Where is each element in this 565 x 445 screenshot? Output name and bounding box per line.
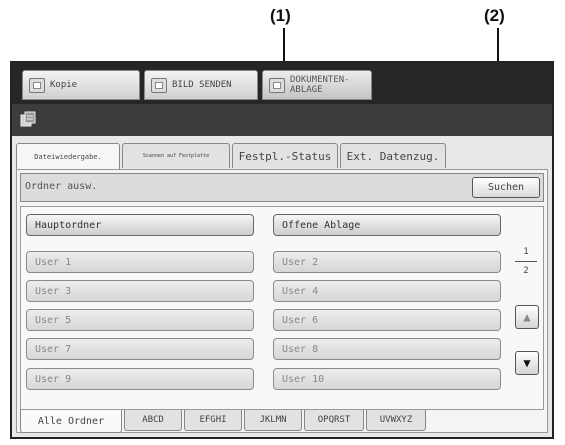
mode-tab-copy-label: Kopie xyxy=(50,80,78,90)
index-tab-opqrst[interactable]: OPQRST xyxy=(304,410,364,431)
user-folder-button[interactable]: User 8 xyxy=(273,338,501,360)
arrow-down-icon: ▼ xyxy=(523,356,531,370)
index-tab-uvwxyz[interactable]: UVWXYZ xyxy=(366,410,426,431)
callout-1-line xyxy=(283,28,285,65)
title-bar xyxy=(12,104,552,136)
touch-screen: Kopie BILD SENDEN DOKUMENTEN- ABLAGE Dat… xyxy=(10,61,554,439)
page-indicator: 1 2 xyxy=(515,247,537,276)
callout-1: (1) xyxy=(270,6,291,25)
user-folder-button[interactable]: User 3 xyxy=(26,280,254,302)
mode-tab-document-filing[interactable]: DOKUMENTEN- ABLAGE xyxy=(262,70,372,100)
folder-list: Hauptordner Offene Ablage User 1 User 2 … xyxy=(20,206,544,410)
image-send-icon xyxy=(151,77,167,93)
user-folder-button[interactable]: User 2 xyxy=(273,251,501,273)
search-button[interactable]: Suchen xyxy=(472,177,540,198)
user-folder-button[interactable]: User 7 xyxy=(26,338,254,360)
arrow-up-icon: ▲ xyxy=(523,310,531,324)
mode-tab-image-send[interactable]: BILD SENDEN xyxy=(144,70,258,100)
mode-tab-document-filing-label: DOKUMENTEN- ABLAGE xyxy=(290,75,350,95)
index-tab-all[interactable]: Alle Ordner xyxy=(20,410,122,433)
tab-ext-data-access[interactable]: Ext. Datenzug. xyxy=(340,143,446,168)
main-folder-button[interactable]: Hauptordner xyxy=(26,214,254,236)
user-folder-button[interactable]: User 10 xyxy=(273,368,501,390)
tab-file-retrieve[interactable]: Dateiwiedergabe. xyxy=(16,143,120,170)
mode-tab-copy[interactable]: Kopie xyxy=(22,70,140,100)
folder-select-bar: Ordner ausw. Suchen xyxy=(20,173,544,202)
user-folder-button[interactable]: User 9 xyxy=(26,368,254,390)
mode-bar: Kopie BILD SENDEN DOKUMENTEN- ABLAGE xyxy=(12,63,552,104)
copy-icon xyxy=(29,77,45,93)
callout-2: (2) xyxy=(484,6,505,25)
tab-scan-to-hdd[interactable]: Scannen auf Festplatte xyxy=(122,143,230,168)
folder-select-label: Ordner ausw. xyxy=(25,181,98,192)
scroll-down-button[interactable]: ▼ xyxy=(515,351,539,375)
document-filing-icon xyxy=(20,111,36,127)
user-folder-button[interactable]: User 4 xyxy=(273,280,501,302)
user-folder-button[interactable]: User 5 xyxy=(26,309,254,331)
user-folder-button[interactable]: User 6 xyxy=(273,309,501,331)
folder-panel: Ordner ausw. Suchen Hauptordner Offene A… xyxy=(16,169,548,433)
tab-hdd-status[interactable]: Festpl.-Status xyxy=(232,143,338,168)
public-folder-button[interactable]: Offene Ablage xyxy=(273,214,501,236)
document-filing-icon xyxy=(269,77,285,93)
index-tab-jklmn[interactable]: JKLMN xyxy=(244,410,302,431)
page-divider xyxy=(515,261,537,262)
page-current: 1 xyxy=(523,247,529,257)
scroll-up-button[interactable]: ▲ xyxy=(515,305,539,329)
index-tab-abcd[interactable]: ABCD xyxy=(124,410,182,431)
index-tab-efghi[interactable]: EFGHI xyxy=(184,410,242,431)
page-total: 2 xyxy=(523,266,529,276)
user-folder-button[interactable]: User 1 xyxy=(26,251,254,273)
mode-tab-image-send-label: BILD SENDEN xyxy=(172,80,232,90)
